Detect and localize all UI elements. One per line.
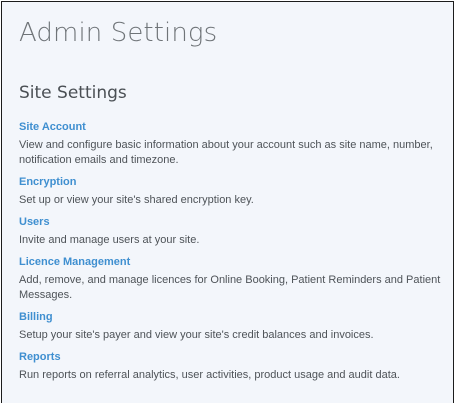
settings-list: Site Account View and configure basic in… (19, 119, 449, 389)
site-account-link[interactable]: Site Account (19, 119, 449, 135)
site-account-description: View and configure basic information abo… (19, 139, 433, 166)
section-title-site-settings: Site Settings (19, 83, 127, 103)
encryption-link[interactable]: Encryption (19, 174, 449, 190)
encryption-description: Set up or view your site's shared encryp… (19, 194, 254, 206)
admin-settings-panel: Admin Settings Site Settings Site Accoun… (1, 1, 454, 403)
page-title: Admin Settings (19, 18, 218, 48)
users-link[interactable]: Users (19, 214, 449, 230)
settings-item-users: Users Invite and manage users at your si… (19, 214, 449, 248)
settings-item-reports: Reports Run reports on referral analytic… (19, 349, 449, 383)
settings-item-billing: Billing Setup your site's payer and view… (19, 309, 449, 343)
billing-link[interactable]: Billing (19, 309, 449, 325)
settings-item-licence-management: Licence Management Add, remove, and mana… (19, 254, 449, 303)
licence-management-link[interactable]: Licence Management (19, 254, 449, 270)
reports-link[interactable]: Reports (19, 349, 449, 365)
reports-description: Run reports on referral analytics, user … (19, 369, 400, 381)
users-description: Invite and manage users at your site. (19, 234, 200, 246)
settings-item-encryption: Encryption Set up or view your site's sh… (19, 174, 449, 208)
billing-description: Setup your site's payer and view your si… (19, 329, 374, 341)
settings-item-site-account: Site Account View and configure basic in… (19, 119, 449, 168)
licence-management-description: Add, remove, and manage licences for Onl… (19, 274, 441, 301)
